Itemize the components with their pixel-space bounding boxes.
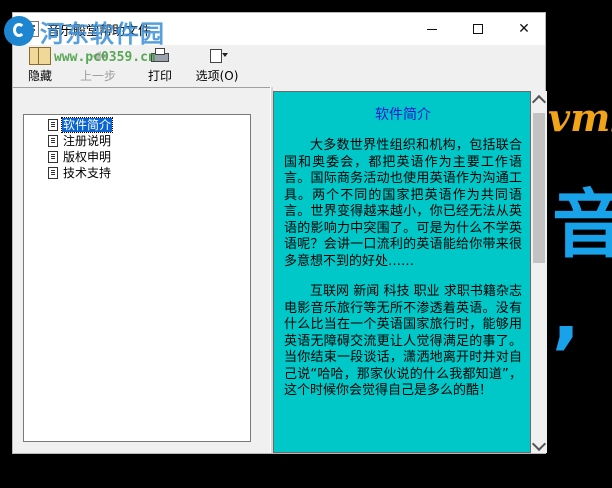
print-button[interactable]: 打印 <box>137 47 183 87</box>
background-text-1: vmb <box>548 95 612 140</box>
scroll-down-icon[interactable] <box>531 436 547 452</box>
close-icon: ✕ <box>518 21 530 37</box>
topic-paragraph: 大多数世界性组织和机构，包括联合国和奥委会，都把英语作为主要工作语言。国际商务活… <box>284 138 522 269</box>
scroll-up-icon[interactable] <box>531 94 547 110</box>
navigation-pane: 软件简介 注册说明 版权申明 技术支持 <box>13 87 270 453</box>
tree-item-label: 软件简介 <box>60 117 114 133</box>
document-icon <box>48 135 58 147</box>
scroll-thumb[interactable] <box>533 113 545 263</box>
window-title: 音乐殿堂帮助文件 <box>47 24 152 39</box>
document-icon <box>48 167 58 179</box>
print-label: 打印 <box>147 69 172 83</box>
tree-item-label: 注册说明 <box>63 134 112 148</box>
help-window: 音乐殿堂帮助文件 ✕ 隐藏 上一步 打印 选项(O) 软件简介 注册说明 版权申… <box>12 12 547 454</box>
content-scrollbar[interactable] <box>531 91 547 453</box>
document-icon <box>48 119 58 131</box>
back-arrow-icon <box>87 47 109 65</box>
tree-item-label: 版权申明 <box>63 150 112 164</box>
document-icon <box>48 151 58 163</box>
help-file-icon <box>23 21 39 37</box>
toolbar: 隐藏 上一步 打印 选项(O) <box>13 45 545 87</box>
close-button[interactable]: ✕ <box>501 13 547 45</box>
hide-pane-icon <box>29 47 51 65</box>
tree-item-tech-support[interactable]: 技术支持 <box>48 165 112 181</box>
hide-button[interactable]: 隐藏 <box>17 47 63 87</box>
topic-content: 软件简介 大多数世界性组织和机构，包括联合国和奥委会，都把英语作为主要工作语言。… <box>284 92 522 414</box>
hide-label: 隐藏 <box>27 69 52 83</box>
title-bar[interactable]: 音乐殿堂帮助文件 ✕ <box>13 13 545 45</box>
topic-content-pane: 软件简介 大多数世界性组织和机构，包括联合国和奥委会，都把英语作为主要工作语言。… <box>273 91 531 453</box>
maximize-button[interactable] <box>455 13 501 45</box>
topic-paragraph: 互联网 新闻 科技 职业 求职书籍杂志电影音乐旅行等无所不渗透着英语。没有什么比… <box>284 284 522 398</box>
contents-tree[interactable]: 软件简介 注册说明 版权申明 技术支持 <box>23 114 251 442</box>
tree-item-label: 技术支持 <box>63 166 112 180</box>
minimize-button[interactable] <box>409 13 455 45</box>
options-label: 选项(O) <box>195 69 239 83</box>
topic-title: 软件简介 <box>375 107 431 123</box>
printer-icon <box>149 47 171 65</box>
back-button[interactable]: 上一步 <box>75 47 121 87</box>
minimize-icon <box>427 28 437 30</box>
options-button[interactable]: 选项(O) <box>189 47 245 87</box>
tree-item-registration[interactable]: 注册说明 <box>48 133 112 149</box>
tree-item-copyright[interactable]: 版权申明 <box>48 149 112 165</box>
back-label: 上一步 <box>79 69 116 83</box>
background-text-2: 音 , <box>552 182 612 358</box>
tree-item-software-intro[interactable]: 软件简介 <box>48 117 114 133</box>
maximize-icon <box>473 24 483 34</box>
options-icon <box>206 47 228 65</box>
